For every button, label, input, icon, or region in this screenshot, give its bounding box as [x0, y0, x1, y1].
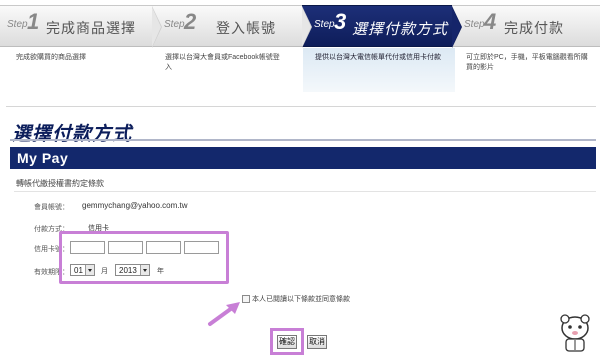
- pointer-arrow-icon: [208, 302, 240, 326]
- step-2-title: 登入帳號: [216, 20, 276, 36]
- step-4-desc: 可立即於PC，手機，平板電腦觀看所購買的影片: [466, 54, 588, 71]
- step-1: Step 1 完成商品選擇: [0, 5, 162, 48]
- title-divider: [10, 139, 596, 141]
- divider: [6, 106, 596, 107]
- card-fields-highlight: [59, 231, 229, 284]
- divider: [14, 191, 596, 192]
- step-bar: Step 1 完成商品選擇 Step 2 登入帳號 Step 3 選擇付款方式 …: [0, 5, 600, 48]
- step-4: Step 4 完成付款: [452, 5, 600, 47]
- cancel-button[interactable]: 取消: [307, 335, 327, 349]
- step-descriptions: 完成欲購買的商品選擇 選擇以台灣大會員或Facebook帳號登入 提供以台灣大電…: [0, 48, 600, 98]
- step-3-title: 選擇付款方式: [352, 21, 449, 38]
- account-label: 會員帳號：: [34, 204, 69, 211]
- step-2-desc: 選擇以台灣大會員或Facebook帳號登入: [165, 54, 280, 71]
- confirm-button[interactable]: 確認: [277, 335, 297, 349]
- step-2: Step 2 登入帳號: [152, 5, 312, 48]
- step-3-desc: 提供以台灣大電信帳單代付或信用卡付款: [303, 48, 455, 92]
- step-3-active: Step 3 選擇付款方式: [302, 5, 462, 48]
- agree-checkbox[interactable]: [242, 295, 250, 303]
- step-4-title: 完成付款: [504, 20, 564, 36]
- account-value: gemmychang@yahoo.com.tw: [82, 201, 188, 210]
- agree-label: 本人已閱讀以下條款並同意條款: [252, 296, 350, 303]
- mypay-header: My Pay: [10, 147, 596, 169]
- mypay-title: My Pay: [17, 150, 69, 166]
- step-1-desc: 完成欲購買的商品選擇: [16, 54, 86, 61]
- page-title: 選擇付款方式: [12, 124, 133, 145]
- authorization-terms-link[interactable]: 轉帳代繳授權書約定條款: [16, 178, 104, 189]
- checkout-steps: Step 1 完成商品選擇 Step 2 登入帳號 Step 3 選擇付款方式 …: [0, 0, 600, 105]
- step-1-title: 完成商品選擇: [46, 20, 136, 36]
- mascot-icon: [560, 314, 590, 352]
